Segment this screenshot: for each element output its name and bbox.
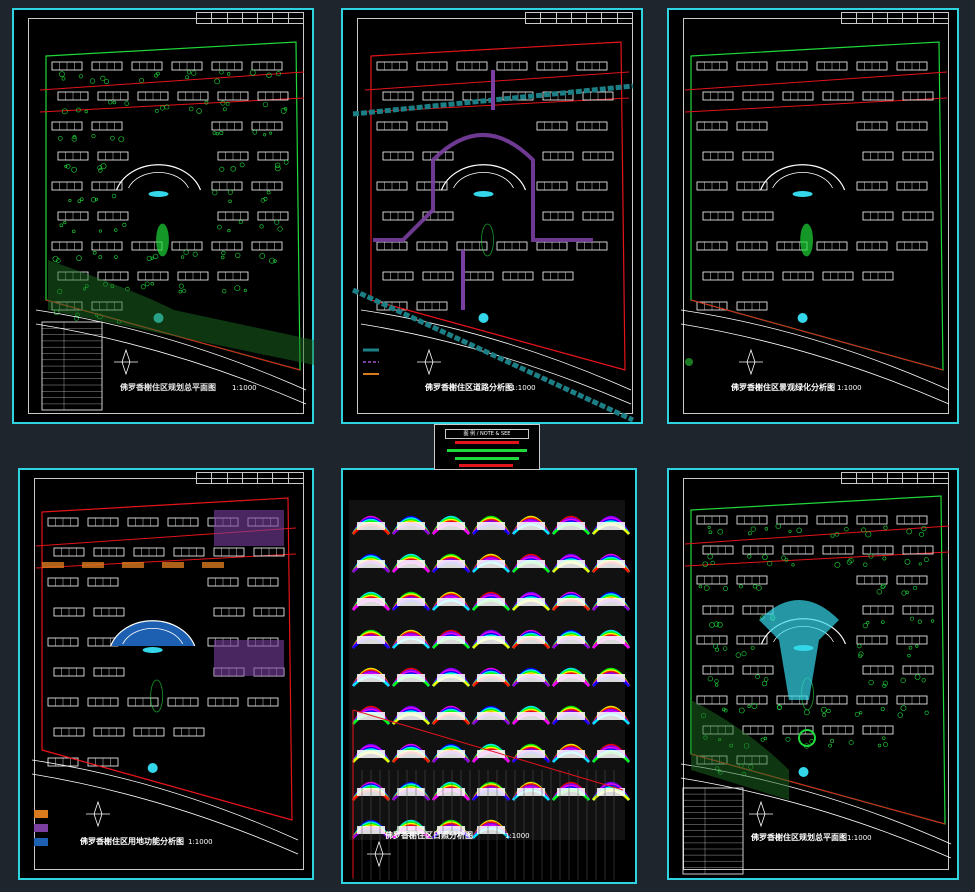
sheet-title: 佛罗香榭住区规划总平面图 bbox=[751, 833, 847, 842]
scale-label: 1:1000 bbox=[847, 834, 872, 842]
sunlight-drawing bbox=[349, 500, 631, 880]
sheet-title: 佛罗香榭住区日照分析图 bbox=[385, 831, 473, 840]
sheet-title: 佛罗香榭住区道路分析图 bbox=[425, 383, 513, 392]
site-plan-drawing bbox=[31, 497, 299, 855]
sheet-title: 佛罗香榭住区景观绿化分析图 bbox=[731, 383, 835, 392]
sheet-road-analysis[interactable]: 佛罗香榭住区道路分析图 1:1000 bbox=[341, 8, 643, 424]
sheet-title: 佛罗香榭住区用地功能分析图 bbox=[80, 837, 184, 846]
center-legend: 图 例 / NOTE & SEE bbox=[434, 424, 540, 470]
scale-label: 1:1000 bbox=[837, 384, 862, 392]
sheet-master-plan-1[interactable]: 佛罗香榭住区规划总平面图 1:1000 bbox=[12, 8, 314, 424]
scale-label: 1:1000 bbox=[505, 832, 530, 840]
sheet-landscape-analysis[interactable]: 佛罗香榭住区景观绿化分析图 1:1000 bbox=[667, 8, 959, 424]
scale-label: 1:1000 bbox=[511, 384, 536, 392]
sheet-title: 佛罗香榭住区规划总平面图 bbox=[120, 383, 216, 392]
scale-label: 1:1000 bbox=[232, 384, 257, 392]
scale-label: 1:1000 bbox=[188, 838, 213, 846]
site-plan-drawing bbox=[351, 41, 635, 423]
legend-bars bbox=[447, 441, 527, 467]
sheet-master-plan-2[interactable]: 佛罗香榭住区规划总平面图 1:1000 bbox=[667, 468, 959, 880]
site-plan-drawing bbox=[35, 41, 314, 411]
sheet-land-use-analysis[interactable]: 佛罗香榭住区用地功能分析图 1:1000 bbox=[18, 468, 314, 880]
sheet-sunlight-analysis[interactable]: 佛罗香榭住区日照分析图 1:1000 bbox=[341, 468, 637, 884]
site-plan-drawing bbox=[680, 495, 952, 875]
site-plan-drawing bbox=[680, 41, 950, 405]
